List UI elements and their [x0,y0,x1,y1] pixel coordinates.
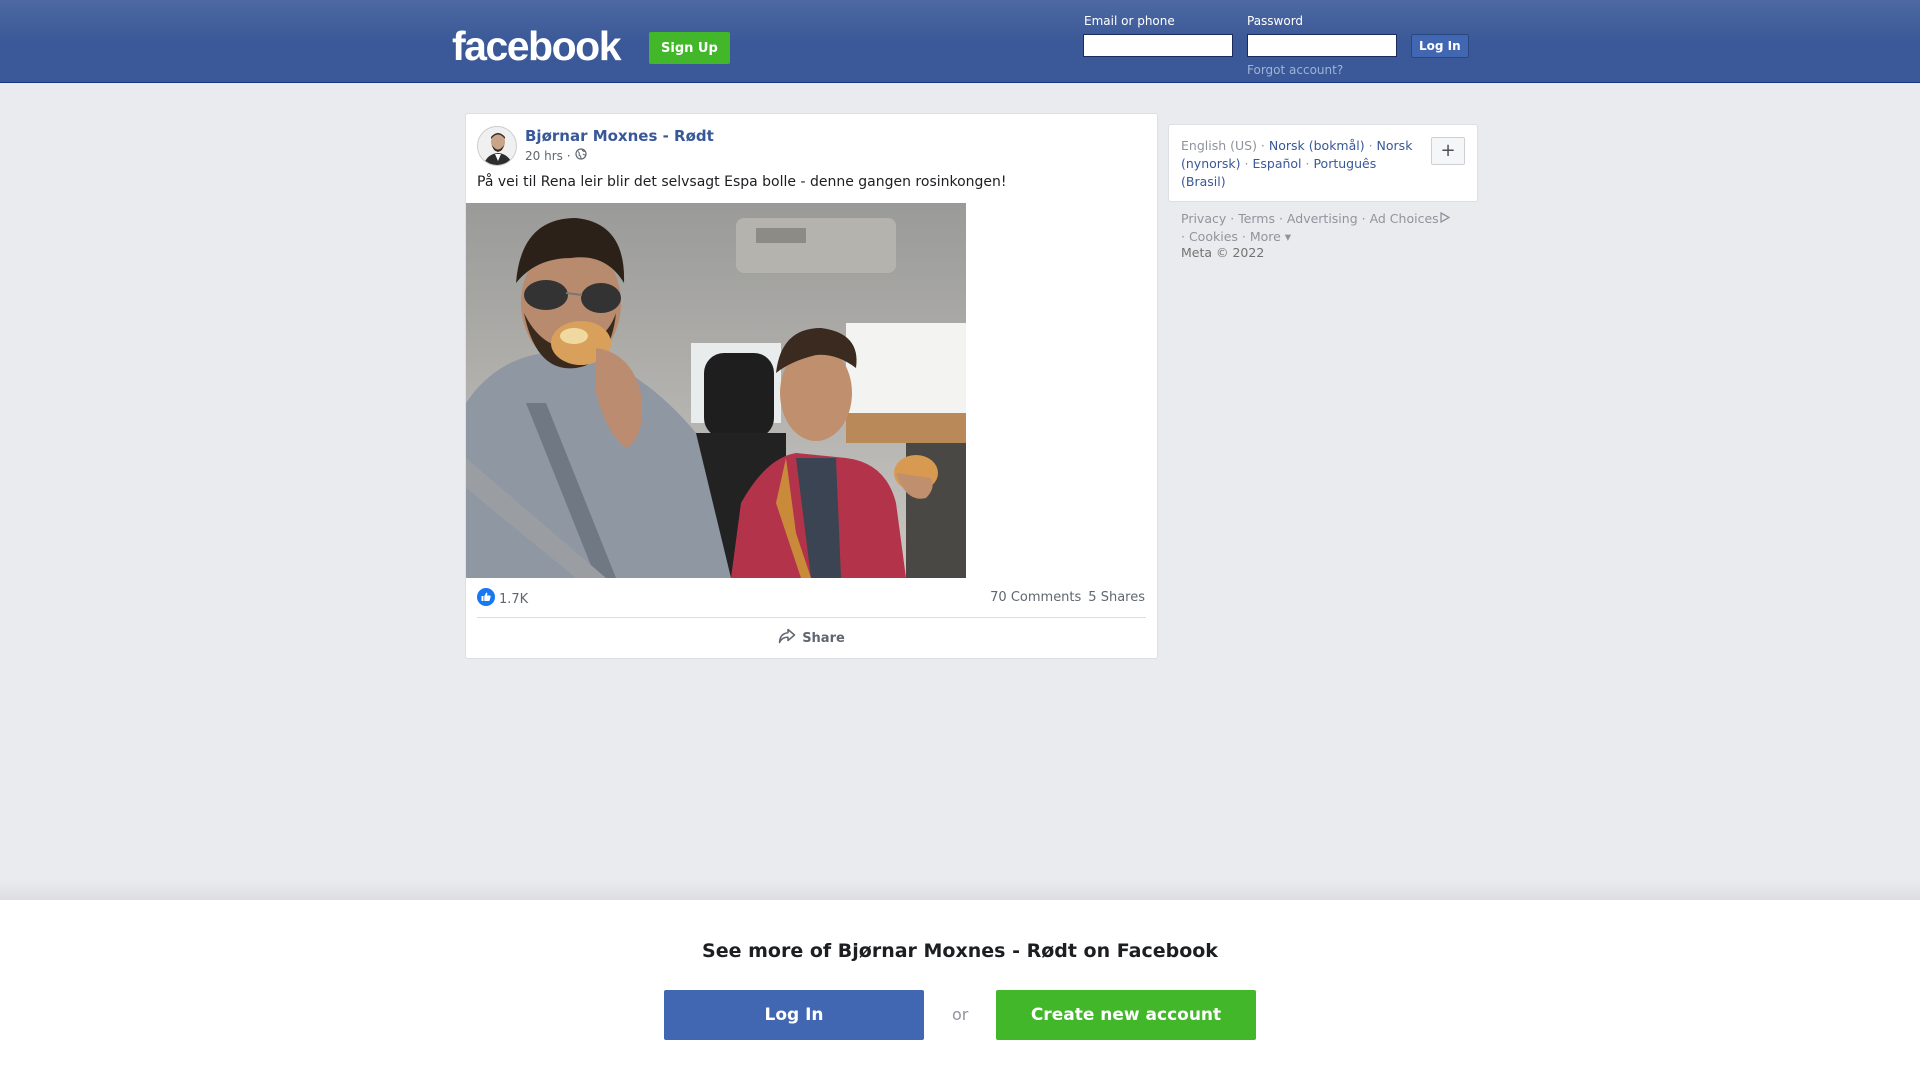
email-label: Email or phone [1084,14,1175,28]
post-photo[interactable] [466,203,966,578]
create-account-button[interactable]: Create new account [996,990,1256,1040]
footer-link-privacy[interactable]: Privacy [1181,211,1226,226]
more-languages-button[interactable]: + [1431,137,1465,165]
footer-link-cookies[interactable]: Cookies [1189,229,1238,244]
share-button[interactable]: Share [466,628,1157,648]
like-count: 1.7K [499,591,529,607]
reactions[interactable]: 1.7K [477,588,528,610]
divider [477,617,1146,618]
globe-icon [574,148,587,163]
like-icon [477,588,495,610]
see-more-headline: See more of Bjørnar Moxnes - Rødt on Fac… [702,940,1218,962]
sign-up-button[interactable]: Sign Up [649,32,730,64]
footer-links: Privacy · Terms · Advertising · Ad Choic… [1181,210,1481,246]
footer-link-more[interactable]: More [1250,229,1281,244]
language-link[interactable]: Español [1252,156,1301,171]
footer-link-terms[interactable]: Terms [1238,211,1275,226]
comments-count[interactable]: 70 Comments [990,590,1081,605]
bottom-login-button[interactable]: Log In [664,990,924,1040]
current-language: English (US) [1181,138,1257,153]
post-meta: 20 hrs · [525,148,587,163]
facebook-logo[interactable]: facebook [452,23,622,70]
login-prompt-bar: See more of Bjørnar Moxnes - Rødt on Fac… [0,899,1920,1080]
share-icon [778,628,796,648]
shares-count[interactable]: 5 Shares [1088,590,1145,605]
password-field[interactable] [1247,34,1397,57]
footer-link-advertising[interactable]: Advertising [1287,211,1358,226]
ad-choices-icon [1439,211,1451,226]
post-text: På vei til Rena leir blir det selvsagt E… [477,174,1007,190]
or-separator: or [952,1005,969,1024]
login-button[interactable]: Log In [1411,34,1469,58]
post-author[interactable]: Bjørnar Moxnes - Rødt [525,127,714,145]
post-card: Bjørnar Moxnes - Rødt 20 hrs · På vei ti… [465,113,1158,659]
forgot-account-link[interactable]: Forgot account? [1247,63,1343,77]
share-label: Share [802,630,845,646]
top-bar: facebook Sign Up Email or phone Password… [0,0,1920,83]
copyright: Meta © 2022 [1181,245,1265,260]
overlay-shadow [0,880,1920,900]
language-selector: English (US) · Norsk (bokmål) · Norsk (n… [1168,124,1478,202]
caret-down-icon: ▾ [1280,229,1292,244]
footer-link-ad-choices[interactable]: Ad Choices [1370,211,1439,226]
author-avatar[interactable] [477,126,517,166]
email-field[interactable] [1083,34,1233,57]
post-time[interactable]: 20 hrs · [525,149,571,163]
engagement-counts: 70 Comments 5 Shares [990,590,1145,605]
language-link[interactable]: Norsk (bokmål) [1269,138,1365,153]
password-label: Password [1247,14,1304,28]
